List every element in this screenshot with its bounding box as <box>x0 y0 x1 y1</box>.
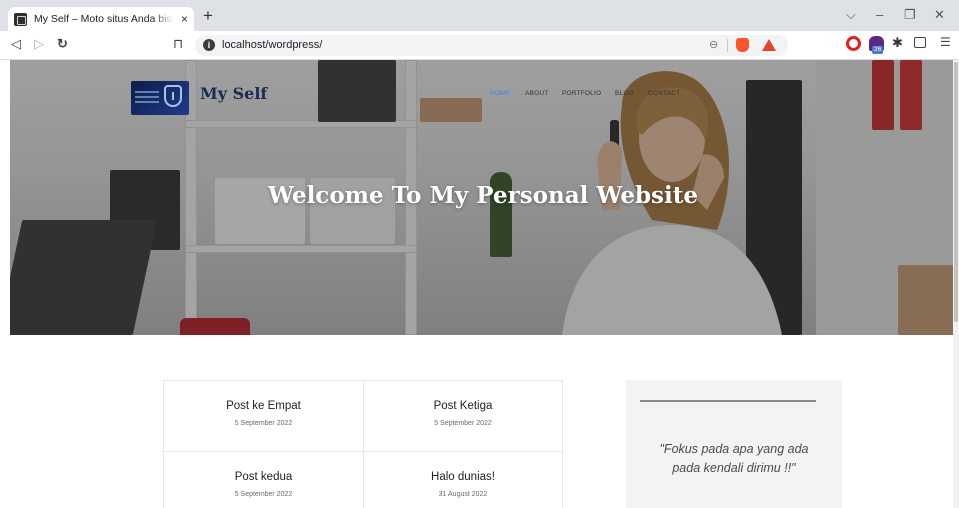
hero-heading: Welcome To My Personal Website <box>267 182 698 209</box>
posts-grid: Post ke Empat 5 September 2022 Post Keti… <box>163 380 563 508</box>
minimize-icon[interactable]: – <box>876 8 883 21</box>
opera-icon[interactable] <box>846 36 861 51</box>
site-favicon-icon <box>14 12 27 26</box>
post-date: 31 August 2022 <box>438 491 488 498</box>
bookmark-icon[interactable]: ⊓ <box>173 37 183 50</box>
tab-title: My Self – Moto situs Anda bisa di <box>34 13 174 25</box>
omnibox-divider <box>727 39 728 52</box>
forward-icon[interactable]: ▷ <box>34 37 44 50</box>
reload-icon[interactable]: ↻ <box>57 37 68 50</box>
tab-search-icon[interactable]: ⌵ <box>846 8 856 21</box>
zoom-icon[interactable]: ⊖ <box>709 38 718 51</box>
page-scrollbar[interactable] <box>953 60 959 508</box>
quote-widget: "Fokus pada apa yang ada pada kendali di… <box>626 380 842 508</box>
url-text[interactable]: localhost/wordpress/ <box>222 39 322 51</box>
bat-rewards-icon[interactable] <box>762 39 776 51</box>
post-card[interactable]: Post kedua 5 September 2022 <box>164 451 363 508</box>
sidebar-icon[interactable] <box>914 37 926 48</box>
nav-portfolio[interactable]: PORTFOLIO <box>562 90 601 97</box>
restore-icon[interactable]: ❐ <box>904 8 916 21</box>
post-card[interactable]: Halo dunias! 31 August 2022 <box>363 451 562 508</box>
post-title[interactable]: Halo dunias! <box>364 471 562 483</box>
scrollbar-thumb[interactable] <box>954 62 958 322</box>
nav-blog[interactable]: BLOG <box>615 90 634 97</box>
post-card[interactable]: Post ke Empat 5 September 2022 <box>164 381 363 451</box>
info-icon[interactable]: i <box>203 39 215 51</box>
extension-badge: 26 <box>872 46 884 54</box>
post-date: 5 September 2022 <box>434 420 492 427</box>
post-date: 5 September 2022 <box>234 420 293 427</box>
brave-shield-icon[interactable] <box>736 38 749 52</box>
nav-about[interactable]: ABOUT <box>525 90 548 97</box>
nav-contact[interactable]: CONTACT <box>648 90 680 97</box>
puzzle-icon[interactable]: ✱ <box>892 36 903 49</box>
widget-quote: "Fokus pada apa yang ada pada kendali di… <box>659 442 809 475</box>
back-icon[interactable]: ◁ <box>11 37 21 50</box>
post-title[interactable]: Post ke Empat <box>164 400 363 412</box>
widget-divider <box>640 400 816 402</box>
post-title[interactable]: Post kedua <box>164 471 363 483</box>
browser-tab[interactable]: My Self – Moto situs Anda bisa di × <box>8 7 194 31</box>
hero-banner: My Self HOME ABOUT PORTFOLIO BLOG CONTAC… <box>10 60 956 335</box>
post-title[interactable]: Post Ketiga <box>364 400 562 412</box>
post-date: 5 September 2022 <box>234 491 293 498</box>
browser-toolbar: ◁ ▷ ↻ ⊓ i localhost/wordpress/ ⊖ 26 ✱ ☰ <box>0 31 959 60</box>
address-bar[interactable]: i localhost/wordpress/ ⊖ <box>195 35 788 56</box>
main-nav: HOME ABOUT PORTFOLIO BLOG CONTACT <box>10 90 956 102</box>
post-card[interactable]: Post Ketiga 5 September 2022 <box>363 381 562 451</box>
new-tab-button[interactable]: + <box>203 7 213 24</box>
close-window-icon[interactable]: ✕ <box>934 8 945 21</box>
tab-close-icon[interactable]: × <box>181 13 188 25</box>
browser-tab-strip: My Self – Moto situs Anda bisa di × + ⌵ … <box>0 0 959 31</box>
nav-home[interactable]: HOME <box>490 90 510 97</box>
web-page: My Self HOME ABOUT PORTFOLIO BLOG CONTAC… <box>0 60 959 508</box>
menu-icon[interactable]: ☰ <box>940 36 951 48</box>
